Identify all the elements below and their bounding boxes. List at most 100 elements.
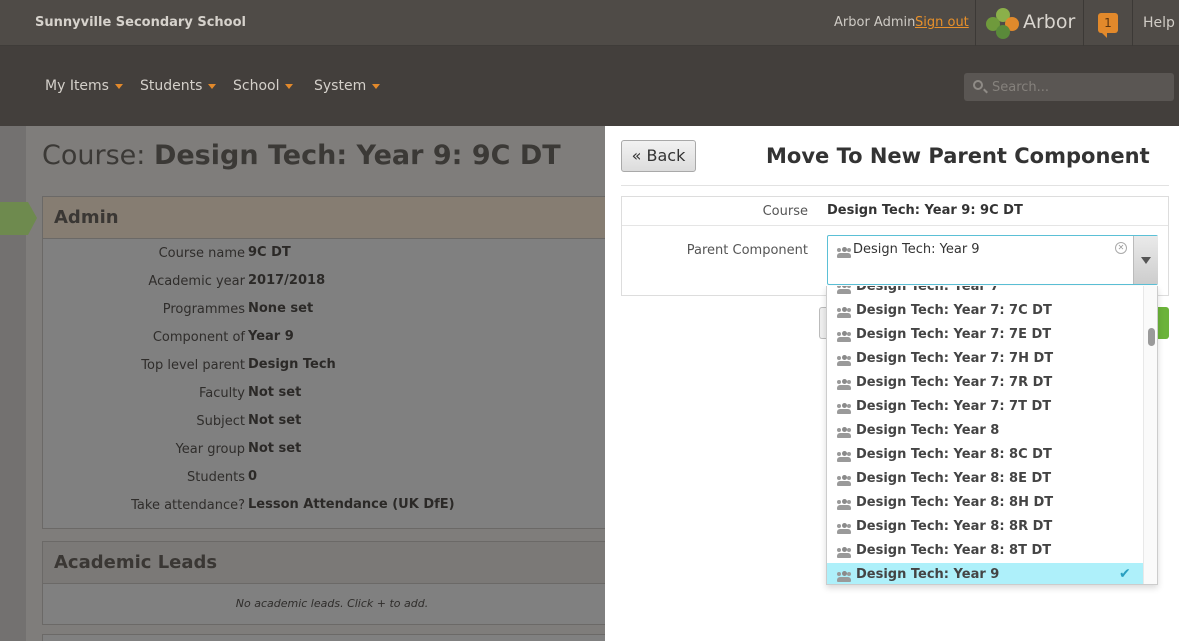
dropdown-option[interactable]: Design Tech: Year 7: 7H DT — [827, 347, 1143, 371]
search-box[interactable] — [964, 73, 1174, 101]
dropdown-option[interactable]: Design Tech: Year 7: 7C DT — [827, 299, 1143, 323]
dropdown-option[interactable]: Design Tech: Year 8: 8H DT — [827, 491, 1143, 515]
divider — [621, 185, 1169, 186]
title-name: Design Tech: Year 9: 9C DT — [153, 140, 561, 171]
notification-icon[interactable]: 1 — [1098, 13, 1118, 38]
row-value: Year 9 — [248, 329, 294, 344]
row-value: Design Tech — [248, 357, 336, 372]
admin-row: Academic year 2017/2018 — [43, 267, 621, 295]
row-value: None set — [248, 301, 314, 316]
admin-heading: Admin — [43, 197, 621, 239]
course-label: Course — [762, 204, 808, 219]
row-label: Top level parent — [141, 358, 245, 373]
admin-rows: Course name 9C DT Academic year 2017/2018 … — [43, 239, 621, 519]
row-label: Programmes — [162, 302, 245, 317]
row-value: Not set — [248, 413, 302, 428]
parent-component-select[interactable]: Design Tech: Year 9 ✕ — [827, 235, 1158, 285]
dropdown-option[interactable]: Design Tech: Year 7: 7E DT — [827, 323, 1143, 347]
caret-down-icon — [372, 83, 381, 89]
nav-label: School — [233, 78, 280, 94]
dropdown-option[interactable]: Design Tech: Year 8: 8T DT — [827, 539, 1143, 563]
row-value: Not set — [248, 385, 302, 400]
dropdown-toggle-button[interactable] — [1133, 236, 1158, 284]
clear-selection-icon[interactable]: ✕ — [1115, 242, 1127, 254]
admin-row: Subject Not set — [43, 407, 621, 435]
admin-row: Course name 9C DT — [43, 239, 621, 267]
top-bar: Sunnyville Secondary School Arbor Admin … — [0, 0, 1179, 46]
dropdown-option[interactable]: Design Tech: Year 9 ✔ — [827, 563, 1143, 584]
selected-value: Design Tech: Year 9 — [853, 242, 980, 257]
academic-leads-panel: Academic Leads No academic leads. Click … — [42, 541, 622, 625]
dropdown-option[interactable]: Design Tech: Year 7 — [827, 286, 1143, 299]
row-label: Course name — [158, 246, 245, 261]
group-icon — [837, 352, 851, 371]
admin-row: Component of Year 9 — [43, 323, 621, 351]
main-nav: My Items Students School System — [0, 46, 1179, 126]
dropdown-option[interactable]: Design Tech: Year 8: 8C DT — [827, 443, 1143, 467]
option-label: Design Tech: Year 8: 8E DT — [856, 471, 1052, 486]
empty-leads-message: No academic leads. Click + to add. — [235, 597, 429, 610]
group-icon — [837, 286, 851, 299]
option-label: Design Tech: Year 8: 8R DT — [856, 519, 1053, 534]
group-icon — [837, 568, 851, 584]
row-value: 0 — [248, 469, 258, 484]
dropdown-option[interactable]: Design Tech: Year 8: 8R DT — [827, 515, 1143, 539]
next-panel — [42, 634, 622, 641]
group-icon — [837, 424, 851, 443]
option-label: Design Tech: Year 9 — [856, 567, 1000, 582]
nav-label: My Items — [45, 78, 109, 94]
search-icon — [973, 80, 983, 90]
dropdown-option[interactable]: Design Tech: Year 7: 7T DT — [827, 395, 1143, 419]
caret-down-icon — [285, 83, 294, 89]
arbor-logo-icon — [986, 8, 1020, 40]
scrollbar[interactable] — [1143, 286, 1157, 584]
row-label: Academic year — [148, 274, 245, 289]
nav-my-items[interactable]: My Items — [45, 78, 123, 94]
group-icon — [837, 448, 851, 467]
dropdown-option[interactable]: Design Tech: Year 7: 7R DT — [827, 371, 1143, 395]
admin-row: Students 0 — [43, 463, 621, 491]
divider — [1132, 0, 1133, 46]
row-label: Faculty — [198, 386, 245, 401]
nav-students[interactable]: Students — [140, 78, 217, 94]
section-marker — [0, 202, 37, 235]
scrollbar-thumb[interactable] — [1148, 328, 1155, 346]
option-label: Design Tech: Year 7: 7H DT — [856, 351, 1054, 366]
row-label: Students — [187, 470, 245, 485]
option-label: Design Tech: Year 7: 7R DT — [856, 375, 1053, 390]
dropdown-option[interactable]: Design Tech: Year 8: 8E DT — [827, 467, 1143, 491]
row-label: Component of — [152, 330, 245, 345]
nav-label: Students — [140, 78, 203, 94]
divider — [622, 225, 1168, 226]
row-value: Lesson Attendance (UK DfE) — [248, 497, 455, 512]
row-label: Year group — [175, 442, 245, 457]
row-value: 2017/2018 — [248, 273, 326, 288]
caret-down-icon — [208, 83, 217, 89]
search-input[interactable] — [992, 77, 1167, 97]
option-label: Design Tech: Year 7: 7C DT — [856, 303, 1052, 318]
divider — [1083, 0, 1084, 46]
dropdown-option[interactable]: Design Tech: Year 8 — [827, 419, 1143, 443]
academic-leads-heading: Academic Leads — [43, 542, 621, 584]
title-prefix: Course: — [42, 140, 146, 171]
help-link[interactable]: Help — [1143, 15, 1175, 31]
group-icon — [837, 544, 851, 563]
save-button[interactable] — [1157, 307, 1169, 339]
nav-school[interactable]: School — [233, 78, 294, 94]
logo-text: Arbor — [1023, 11, 1076, 33]
group-icon — [837, 304, 851, 323]
nav-label: System — [314, 78, 367, 94]
group-icon — [837, 400, 851, 419]
row-value: 9C DT — [248, 245, 291, 260]
back-button[interactable]: « Back — [621, 140, 696, 172]
option-label: Design Tech: Year 8: 8C DT — [856, 447, 1052, 462]
group-icon — [837, 244, 851, 263]
sign-out-link[interactable]: Sign out — [915, 15, 969, 30]
user-name: Arbor Admin — [834, 15, 916, 30]
admin-panel: Admin Course name 9C DT Academic year 2017… — [42, 196, 622, 529]
admin-row: Programmes None set — [43, 295, 621, 323]
group-icon — [837, 376, 851, 395]
admin-row: Faculty Not set — [43, 379, 621, 407]
row-value: Not set — [248, 441, 302, 456]
nav-system[interactable]: System — [314, 78, 381, 94]
